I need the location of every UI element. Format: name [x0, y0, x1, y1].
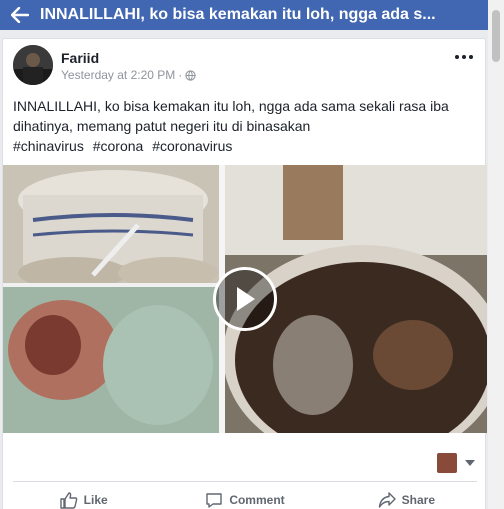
video-player[interactable]: [3, 165, 487, 433]
meta-separator: ·: [178, 68, 183, 82]
post-card: Fariid Yesterday at 2:20 PM · INNALILLAH…: [2, 38, 487, 509]
thumbs-up-icon: [59, 492, 77, 509]
share-button[interactable]: Share: [326, 487, 487, 509]
scrollbar[interactable]: [488, 0, 504, 509]
post-meta: Yesterday at 2:20 PM ·: [61, 68, 196, 82]
divider: [13, 481, 477, 482]
more-options-icon[interactable]: [455, 55, 473, 59]
action-bar: Like Comment Share: [3, 487, 487, 509]
globe-icon: [185, 69, 196, 81]
hashtag-link[interactable]: #coronavirus: [152, 138, 232, 154]
share-label: Share: [401, 493, 435, 507]
page-title: INNALILLAHI, ko bisa kemakan itu loh, ng…: [40, 6, 436, 23]
back-button[interactable]: [0, 0, 40, 30]
avatar[interactable]: [13, 45, 53, 85]
comment-button[interactable]: Comment: [164, 487, 325, 509]
author-name[interactable]: Fariid: [61, 50, 99, 66]
comment-icon: [206, 493, 223, 508]
post-timestamp[interactable]: Yesterday at 2:20 PM: [61, 68, 175, 82]
play-icon: [237, 287, 255, 311]
scrollbar-thumb[interactable]: [492, 10, 500, 62]
hashtag-link[interactable]: #corona: [93, 138, 144, 154]
arrow-left-icon: [11, 7, 29, 23]
play-button[interactable]: [213, 267, 277, 331]
chevron-down-icon[interactable]: [465, 460, 475, 466]
share-icon: [378, 492, 396, 508]
hashtag-link[interactable]: #chinavirus: [13, 138, 84, 154]
comment-label: Comment: [229, 493, 285, 507]
like-label: Like: [83, 493, 108, 507]
reactor-avatar[interactable]: [437, 453, 457, 473]
like-button[interactable]: Like: [3, 487, 164, 509]
top-bar: INNALILLAHI, ko bisa kemakan itu loh, ng…: [0, 0, 488, 30]
post-text: INNALILLAHI, ko bisa kemakan itu loh, ng…: [13, 98, 449, 134]
hashtags: #chinavirus #corona #coronavirus: [13, 138, 237, 154]
